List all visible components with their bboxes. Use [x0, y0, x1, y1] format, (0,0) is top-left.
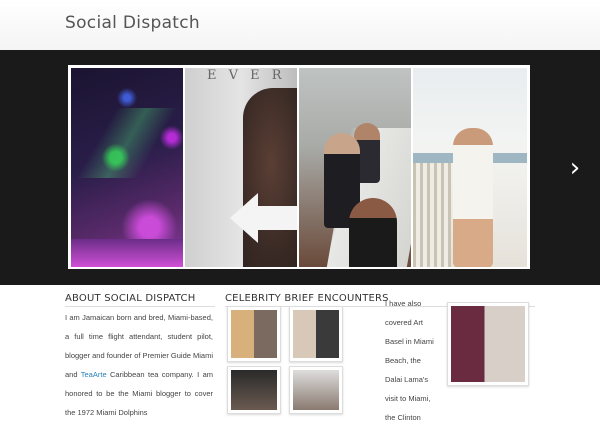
image-slider: E V E R › — [0, 50, 600, 285]
art-basel-text: I have also covered Art Basel in Miami B… — [385, 299, 434, 422]
celebrity-photo[interactable] — [289, 366, 343, 414]
stage — [71, 239, 183, 267]
photo-image — [293, 310, 339, 358]
chevron-right-icon[interactable]: › — [565, 153, 585, 183]
slider-frame: E V E R — [68, 65, 530, 269]
slide-beach[interactable] — [413, 68, 527, 267]
guest — [349, 198, 397, 267]
photo-image — [231, 370, 277, 410]
celebrity-photo[interactable] — [227, 306, 281, 362]
about-heading: ABOUT SOCIAL DISPATCH — [65, 293, 196, 304]
slide-concert[interactable] — [71, 68, 183, 267]
fence — [413, 163, 451, 267]
celebrity-photo[interactable] — [289, 306, 343, 362]
arrow-graphic — [230, 193, 258, 243]
photo-image — [451, 306, 525, 382]
celebrity-heading: CELEBRITY BRIEF ENCOUNTERS — [225, 293, 389, 304]
photo-image — [293, 370, 339, 410]
slide-portrait[interactable]: E V E R — [185, 68, 297, 267]
slide-dinner[interactable] — [299, 68, 411, 267]
stage-light — [71, 108, 183, 178]
site-title[interactable]: Social Dispatch — [65, 13, 200, 33]
art-basel-photo[interactable] — [447, 302, 529, 386]
about-text: I am Jamaican born and bred, Miami-based… — [65, 308, 213, 422]
site-header: Social Dispatch — [0, 0, 600, 51]
arrow-graphic-bar — [257, 206, 297, 230]
photo-image — [231, 310, 277, 358]
celebrity-photo[interactable] — [227, 366, 281, 414]
woman-figure — [453, 128, 493, 267]
teaarte-link[interactable]: TeaArte — [81, 370, 107, 379]
about-divider — [65, 306, 215, 307]
slide-word: E V E R — [207, 68, 286, 83]
